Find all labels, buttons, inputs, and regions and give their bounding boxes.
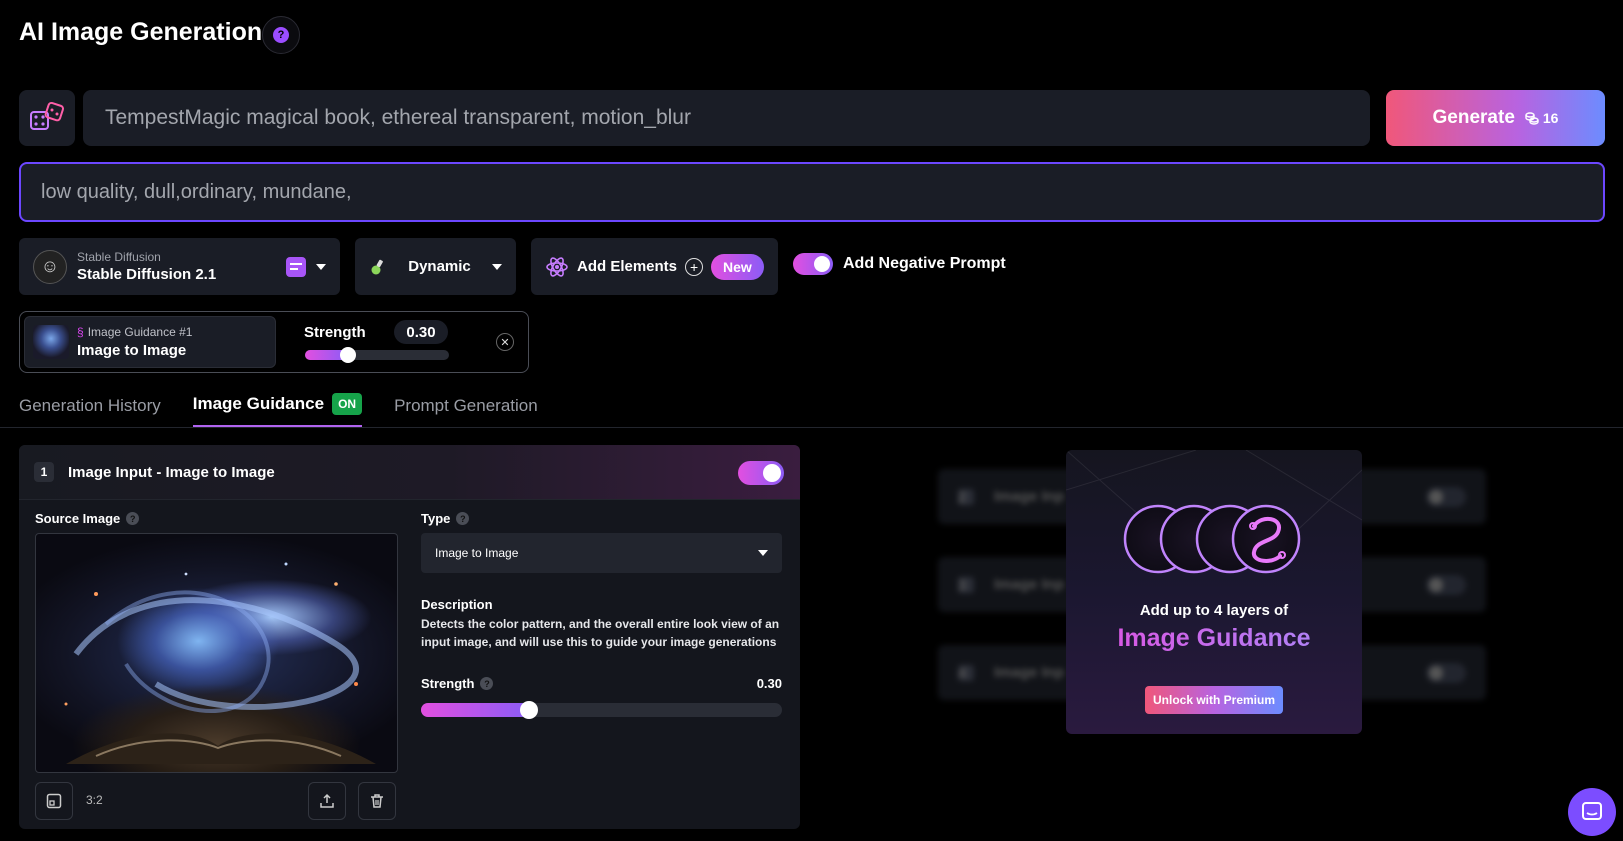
strength-slider-handle[interactable] [520,701,539,719]
chip-strength-value: 0.30 [394,320,448,344]
tab-image-guidance[interactable]: Image Guidance ON [192,393,363,428]
negative-prompt-toggle[interactable] [793,253,833,275]
crop-icon [46,793,62,809]
dice-icon [30,101,64,130]
delete-button[interactable] [358,782,396,820]
model-selector[interactable]: ☺ Stable Diffusion Stable Diffusion 2.1 [19,238,340,295]
crop-button[interactable] [35,782,73,820]
strength-label: Strength? [421,676,494,691]
add-elements-button[interactable]: Add Elements + New [531,238,778,295]
description-label: Description [421,597,493,612]
premium-title: Image Guidance [1066,624,1362,653]
potion-icon [371,259,383,274]
premium-subtitle: Add up to 4 layers of [1139,602,1289,619]
generate-label: Generate [1432,107,1515,128]
on-badge: ON [332,393,363,415]
image-input-toggle[interactable] [738,461,784,485]
add-elements-label: Add Elements [577,258,678,275]
negative-prompt-toggle-label: Add Negative Prompt [843,255,1006,272]
upload-button[interactable] [308,782,346,820]
chat-icon [1582,802,1602,820]
trash-icon [371,794,383,808]
style-selector[interactable]: Dynamic [355,238,516,295]
guidance-type: Image to Image [77,342,187,359]
type-label: Type? [421,511,470,526]
plus-icon: + [685,257,704,276]
source-image [35,533,398,773]
generate-button[interactable]: Generate 16 [1386,90,1605,146]
model-notes-icon[interactable] [286,256,306,277]
strength-slider[interactable] [421,701,782,719]
source-image-label: Source Image? [35,511,140,526]
new-badge: New [711,253,764,280]
chat-support-button[interactable] [1568,788,1616,836]
guidance-chip-info[interactable]: § Image Guidance #1 Image to Image [24,316,276,368]
random-prompt-button[interactable] [19,90,75,146]
prompt-input[interactable]: TempestMagic magical book, ethereal tran… [83,90,1370,146]
image-guidance-chip: § Image Guidance #1 Image to Image Streng… [19,311,529,373]
image-input-title: Image Input - Image to Image [68,463,275,481]
page-title: AI Image Generation [19,18,263,46]
chip-slider-handle[interactable] [340,347,357,363]
question-icon[interactable]: ? [480,677,494,690]
model-avatar: ☺ [33,249,67,284]
tab-prompt-generation[interactable]: Prompt Generation [394,393,538,428]
negative-prompt-toggle-group: Add Negative Prompt [793,253,1006,275]
model-name: Stable Diffusion 2.1 [77,266,217,283]
tabs-divider [0,427,1623,428]
image-guidance-layers-icon [1123,504,1301,574]
chip-strength-slider[interactable] [305,347,449,363]
description-text: Detects the color pattern, and the overa… [421,617,780,649]
image-input-header: 1 Image Input - Image to Image [19,445,800,499]
token-cost: 16 [1525,110,1559,126]
style-label: Dynamic [408,258,471,275]
layer-number: 1 [34,462,54,482]
question-icon[interactable]: ? [456,512,470,525]
aspect-ratio: 3:2 [86,793,103,807]
guidance-index: Image Guidance #1 [87,325,193,339]
negative-prompt-input[interactable]: low quality, dull,ordinary, mundane, [19,162,1605,222]
premium-upsell-card: Add up to 4 layers of Image Guidance Unl… [1066,450,1362,734]
image-input-card: 1 Image Input - Image to Image Source Im… [19,445,800,829]
chevron-down-icon [758,550,768,556]
model-provider: Stable Diffusion [77,250,161,264]
unlock-premium-button[interactable]: Unlock with Premium [1145,686,1283,714]
help-button[interactable]: ? [262,16,300,54]
chevron-down-icon [316,263,326,270]
tab-bar: Generation History Image Guidance ON Prom… [19,393,538,428]
question-icon[interactable]: ? [126,512,140,525]
tab-generation-history[interactable]: Generation History [19,393,161,428]
upload-icon [320,793,334,808]
guidance-link-icon: § [77,325,84,339]
question-icon: ? [273,27,289,43]
close-icon[interactable]: ✕ [496,333,514,351]
token-cost-value: 16 [1542,110,1559,126]
strength-value: 0.30 [756,676,782,691]
chip-strength-label: Strength [304,324,366,341]
coins-icon [1525,112,1539,125]
chevron-down-icon [492,263,502,270]
type-value: Image to Image [435,546,519,560]
guidance-thumbnail [33,325,69,359]
type-select[interactable]: Image to Image [421,533,782,573]
atom-icon [546,256,568,277]
